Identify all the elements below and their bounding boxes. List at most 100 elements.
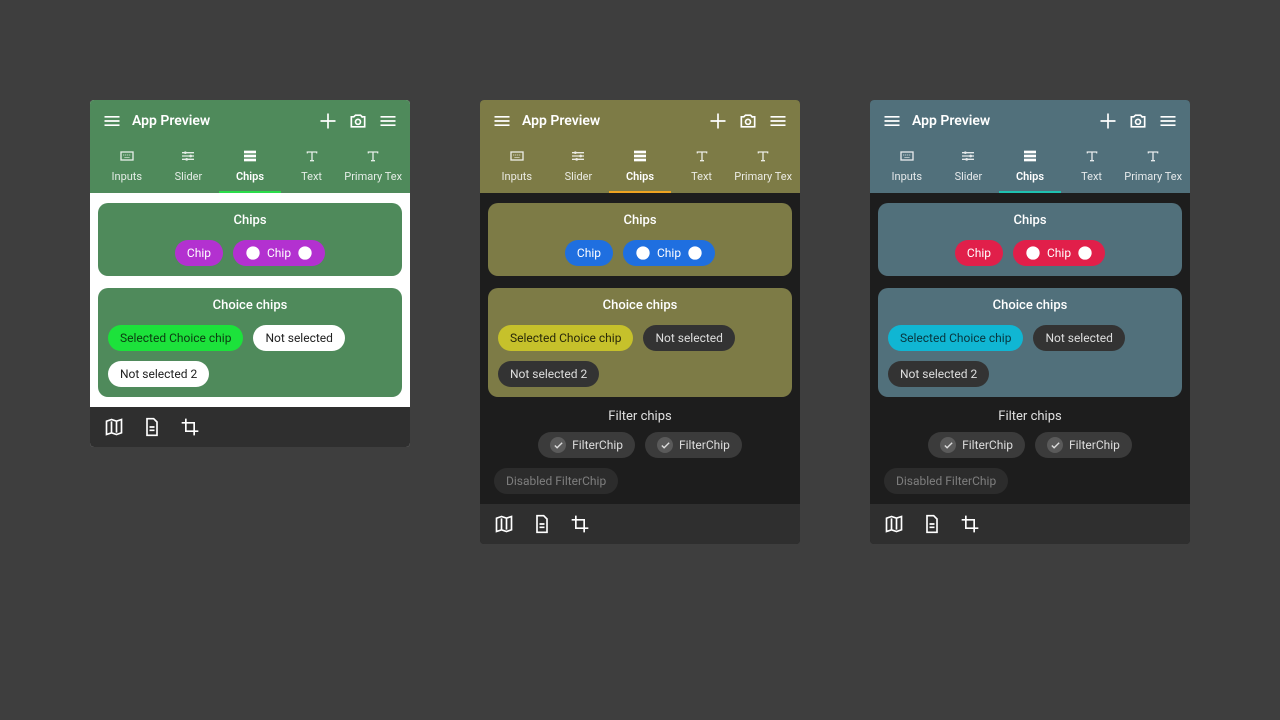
app-title: App Preview [132, 113, 210, 129]
camera-icon[interactable] [1128, 111, 1148, 131]
map-icon[interactable] [104, 417, 124, 437]
add-icon[interactable] [318, 111, 338, 131]
choice-chip-selected[interactable]: Selected Choice chip [108, 325, 243, 351]
camera-icon[interactable] [348, 111, 368, 131]
card-title: Chips [623, 213, 656, 228]
text-fields-icon [365, 148, 381, 164]
choice-chip-selected[interactable]: Selected Choice chip [888, 325, 1023, 351]
choice-chip-selected[interactable]: Selected Choice chip [498, 325, 633, 351]
menu-icon[interactable] [492, 111, 512, 131]
overflow-menu-icon[interactable] [378, 111, 398, 131]
tab-primary-text[interactable]: Primary Tex [1122, 148, 1184, 193]
card-title: Chips [1013, 213, 1046, 228]
crop-icon[interactable] [180, 417, 200, 437]
map-icon[interactable] [494, 514, 514, 534]
tune-icon [570, 148, 586, 164]
document-icon[interactable] [532, 514, 552, 534]
close-icon[interactable] [297, 245, 313, 261]
tune-icon [960, 148, 976, 164]
tab-chips[interactable]: Chips [219, 148, 281, 193]
app-header: App Preview Inputs Slider Chips Text Pri… [480, 100, 800, 193]
card-title: Choice chips [603, 298, 678, 313]
tab-inputs[interactable]: Inputs [876, 148, 938, 193]
avatar-chip[interactable]: Chip [233, 240, 325, 266]
filter-chips-section: Filter chips FilterChip FilterChip Disab… [488, 409, 792, 494]
document-icon[interactable] [142, 417, 162, 437]
phone-preview: App Preview Inputs Slider Chips Text Pri… [870, 100, 1190, 544]
overflow-menu-icon[interactable] [768, 111, 788, 131]
bottom-bar [480, 504, 800, 544]
tab-primary-text[interactable]: Primary Tex [732, 148, 794, 193]
document-icon[interactable] [922, 514, 942, 534]
tab-text[interactable]: Text [1061, 148, 1123, 193]
check-icon [657, 437, 673, 453]
keyboard-icon [119, 148, 135, 164]
tab-slider[interactable]: Slider [158, 148, 220, 193]
choice-chip[interactable]: Not selected 2 [498, 361, 599, 387]
app-title: App Preview [912, 113, 990, 129]
tab-slider[interactable]: Slider [548, 148, 610, 193]
choice-chip[interactable]: Not selected 2 [108, 361, 209, 387]
chip[interactable]: Chip [175, 240, 223, 266]
choice-chips-card: Choice chips Selected Choice chip Not se… [98, 288, 402, 397]
filter-chip[interactable]: FilterChip [1035, 432, 1132, 458]
phone-preview: App Preview Inputs Slider Chips Text Pri… [90, 100, 410, 447]
chips-card: Chips Chip Chip [488, 203, 792, 276]
chip[interactable]: Chip [955, 240, 1003, 266]
choice-chips-card: Choice chips Selected Choice chip Not se… [488, 288, 792, 397]
add-icon[interactable] [708, 111, 728, 131]
choice-chip[interactable]: Not selected [253, 325, 344, 351]
check-icon [940, 437, 956, 453]
tab-text[interactable]: Text [671, 148, 733, 193]
card-title: Choice chips [993, 298, 1068, 313]
card-title: Chips [233, 213, 266, 228]
chips-card: Chips Chip Chip [98, 203, 402, 276]
crop-icon[interactable] [960, 514, 980, 534]
avatar-chip[interactable]: Chip [623, 240, 715, 266]
camera-icon[interactable] [738, 111, 758, 131]
tab-chips[interactable]: Chips [609, 148, 671, 193]
tab-text[interactable]: Text [281, 148, 343, 193]
text-fields-icon [755, 148, 771, 164]
text-fields-icon [694, 148, 710, 164]
filter-chip[interactable]: FilterChip [538, 432, 635, 458]
close-icon[interactable] [1077, 245, 1093, 261]
map-icon[interactable] [884, 514, 904, 534]
section-title: Filter chips [488, 409, 792, 424]
tab-primary-text[interactable]: Primary Tex [342, 148, 404, 193]
app-header: App Preview Inputs Slider Chips Text Pri… [90, 100, 410, 193]
crop-icon[interactable] [570, 514, 590, 534]
keyboard-icon [899, 148, 915, 164]
bottom-bar [870, 504, 1190, 544]
menu-icon[interactable] [882, 111, 902, 131]
choice-chip[interactable]: Not selected [643, 325, 734, 351]
app-header: App Preview Inputs Slider Chips Text Pri… [870, 100, 1190, 193]
filter-chip-disabled: Disabled FilterChip [884, 468, 1008, 494]
account-icon [1025, 245, 1041, 261]
choice-chips-card: Choice chips Selected Choice chip Not se… [878, 288, 1182, 397]
tab-slider[interactable]: Slider [938, 148, 1000, 193]
storage-icon [1022, 148, 1038, 164]
tab-inputs[interactable]: Inputs [486, 148, 548, 193]
avatar-chip[interactable]: Chip [1013, 240, 1105, 266]
section-title: Filter chips [878, 409, 1182, 424]
card-title: Choice chips [213, 298, 288, 313]
text-fields-icon [304, 148, 320, 164]
overflow-menu-icon[interactable] [1158, 111, 1178, 131]
menu-icon[interactable] [102, 111, 122, 131]
filter-chip[interactable]: FilterChip [645, 432, 742, 458]
storage-icon [242, 148, 258, 164]
filter-chip[interactable]: FilterChip [928, 432, 1025, 458]
chip[interactable]: Chip [565, 240, 613, 266]
close-icon[interactable] [687, 245, 703, 261]
add-icon[interactable] [1098, 111, 1118, 131]
choice-chip[interactable]: Not selected [1033, 325, 1124, 351]
chips-card: Chips Chip Chip [878, 203, 1182, 276]
choice-chip[interactable]: Not selected 2 [888, 361, 989, 387]
filter-chip-disabled: Disabled FilterChip [494, 468, 618, 494]
app-title: App Preview [522, 113, 600, 129]
tab-chips[interactable]: Chips [999, 148, 1061, 193]
storage-icon [632, 148, 648, 164]
tab-inputs[interactable]: Inputs [96, 148, 158, 193]
check-icon [550, 437, 566, 453]
